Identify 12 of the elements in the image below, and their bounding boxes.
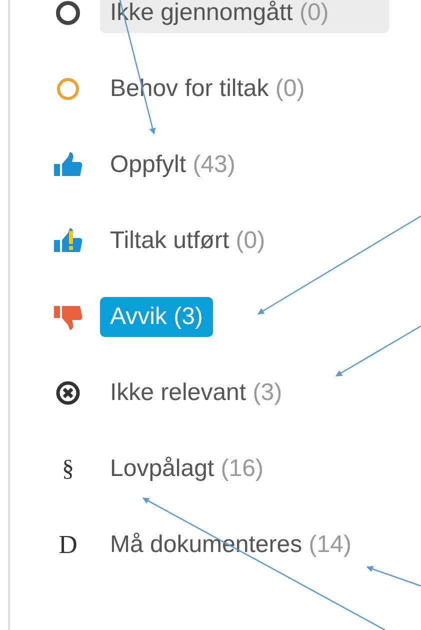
circle-icon	[55, 0, 81, 26]
section-icon: §	[62, 456, 74, 482]
status-filter[interactable]: Ikke relevant (3)	[100, 373, 292, 413]
letter-icon: D	[58, 530, 78, 560]
status-filter[interactable]: Tiltak utført (0)	[100, 221, 276, 261]
thumbs-up-icon	[53, 228, 83, 254]
status-filter[interactable]: Oppfylt (43)	[100, 145, 246, 185]
circle-icon	[56, 77, 80, 101]
thumbs-down-icon	[53, 304, 83, 330]
thumbs-up-icon	[53, 152, 83, 178]
excluded-icon	[55, 380, 81, 406]
status-filter[interactable]: Lovpålagt (16)	[100, 449, 274, 489]
